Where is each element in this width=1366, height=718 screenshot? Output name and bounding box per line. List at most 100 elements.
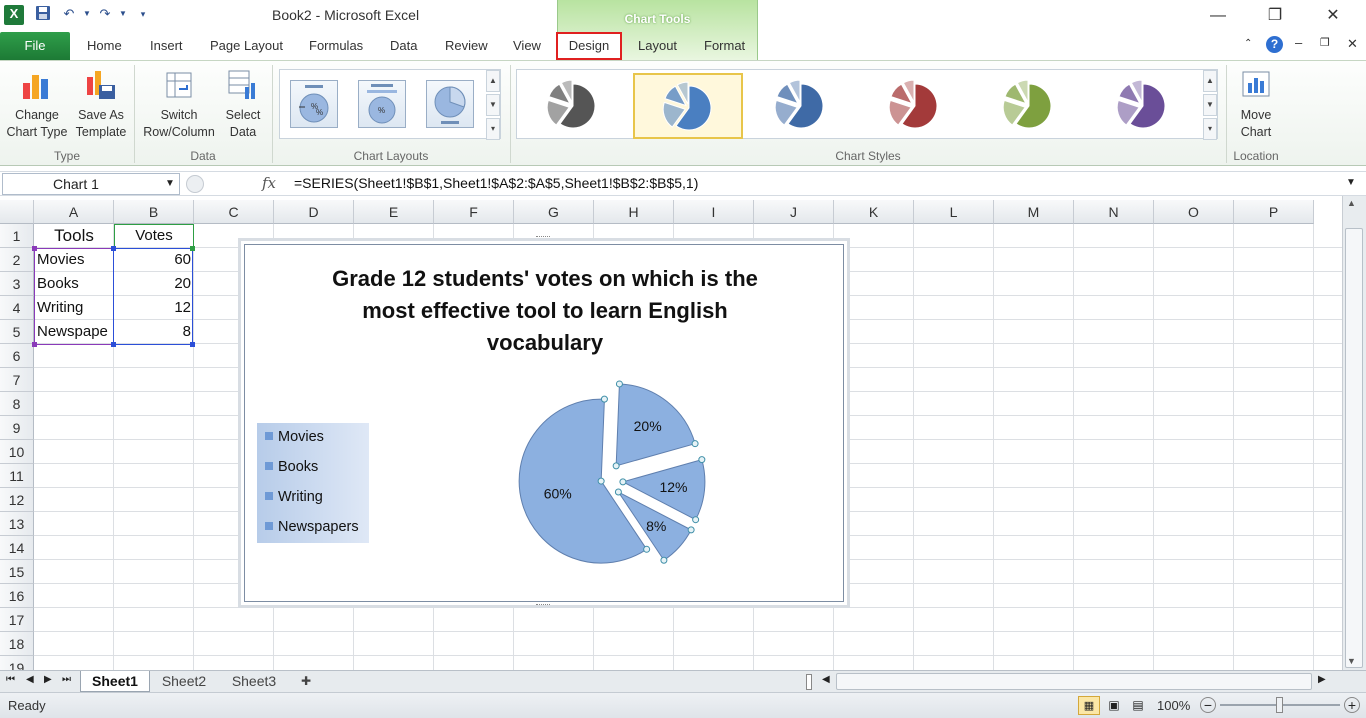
redo-icon[interactable]: ↷ <box>96 5 114 23</box>
data-label-books[interactable]: 20% <box>634 418 662 434</box>
layouts-scroll-up-icon[interactable]: ▲ <box>486 70 500 92</box>
workbook-minimize-icon[interactable]: – <box>1295 35 1302 50</box>
chart-title[interactable]: Grade 12 students' votes on which is the… <box>305 263 785 359</box>
row-header-2[interactable]: 2 <box>0 248 34 272</box>
chart-style-5[interactable] <box>975 73 1085 139</box>
range-handle[interactable] <box>111 246 116 251</box>
pie-plot-area[interactable]: 60% 20% 12% 8% <box>495 380 715 580</box>
column-header-p[interactable]: P <box>1234 200 1314 224</box>
styles-scroll-down-icon[interactable]: ▼ <box>1203 94 1217 116</box>
chart-object[interactable]: Grade 12 students' votes on which is the… <box>238 236 850 608</box>
expand-formula-bar-icon[interactable]: ▼ <box>1346 177 1356 188</box>
scroll-down-icon[interactable]: ▼ <box>1347 656 1356 666</box>
workbook-close-icon[interactable]: ✕ <box>1347 36 1358 52</box>
range-handle[interactable] <box>190 246 195 251</box>
customize-qat-icon[interactable]: ▾ <box>134 5 152 23</box>
column-header-n[interactable]: N <box>1074 200 1154 224</box>
switch-row-column-button[interactable]: Switch Row/Column <box>140 69 218 141</box>
tab-layout[interactable]: Layout <box>638 38 677 53</box>
zoom-slider-thumb[interactable] <box>1276 697 1283 713</box>
selection-handle[interactable] <box>614 488 622 496</box>
zoom-level[interactable]: 100% <box>1157 698 1190 713</box>
data-label-movies[interactable]: 60% <box>544 485 572 501</box>
undo-dropdown-icon[interactable]: ▼ <box>78 5 96 23</box>
row-header-13[interactable]: 13 <box>0 512 34 536</box>
minimize-icon[interactable]: — <box>1203 6 1233 26</box>
column-header-e[interactable]: E <box>354 200 434 224</box>
row-header-10[interactable]: 10 <box>0 440 34 464</box>
close-icon[interactable]: ✕ <box>1318 6 1348 26</box>
selection-handle[interactable] <box>612 462 620 470</box>
row-header-14[interactable]: 14 <box>0 536 34 560</box>
page-layout-view-icon[interactable]: ▣ <box>1104 696 1124 715</box>
column-header-g[interactable]: G <box>514 200 594 224</box>
selection-handle[interactable] <box>660 556 668 564</box>
tab-view[interactable]: View <box>513 38 541 53</box>
vertical-scroll-thumb[interactable] <box>1345 228 1363 668</box>
vertical-scrollbar[interactable]: ▲ ▼ <box>1342 196 1366 670</box>
column-header-o[interactable]: O <box>1154 200 1234 224</box>
row-header-18[interactable]: 18 <box>0 632 34 656</box>
column-header-f[interactable]: F <box>434 200 514 224</box>
chart-resize-handle[interactable] <box>536 604 550 608</box>
row-header-8[interactable]: 8 <box>0 392 34 416</box>
minimize-ribbon-icon[interactable]: ⌃ <box>1244 38 1252 49</box>
row-header-11[interactable]: 11 <box>0 464 34 488</box>
change-chart-type-button[interactable]: Change Chart Type <box>4 69 70 141</box>
tab-insert[interactable]: Insert <box>150 38 183 53</box>
name-box[interactable]: Chart 1 ▼ <box>2 173 180 195</box>
column-header-j[interactable]: J <box>754 200 834 224</box>
tab-design[interactable]: Design <box>556 32 622 60</box>
row-header-4[interactable]: 4 <box>0 296 34 320</box>
column-header-i[interactable]: I <box>674 200 754 224</box>
selection-handle[interactable] <box>597 477 605 485</box>
restore-icon[interactable]: ❐ <box>1260 6 1290 26</box>
row-header-17[interactable]: 17 <box>0 608 34 632</box>
last-sheet-icon[interactable]: ⏭ <box>62 674 71 685</box>
styles-more-icon[interactable]: ▾ <box>1203 118 1217 140</box>
selection-handle[interactable] <box>615 380 623 388</box>
name-box-dropdown-icon[interactable]: ▼ <box>165 174 175 194</box>
column-header-h[interactable]: H <box>594 200 674 224</box>
page-break-view-icon[interactable]: ▤ <box>1128 696 1148 715</box>
selection-handle[interactable] <box>691 440 699 448</box>
data-label-newspapers[interactable]: 8% <box>646 518 666 534</box>
row-header-12[interactable]: 12 <box>0 488 34 512</box>
tab-formulas[interactable]: Formulas <box>309 38 363 53</box>
column-header-c[interactable]: C <box>194 200 274 224</box>
chart-style-1[interactable] <box>519 73 629 139</box>
chart-resize-handle[interactable] <box>536 236 550 240</box>
selection-handle[interactable] <box>600 395 608 403</box>
layouts-more-icon[interactable]: ▾ <box>486 118 500 140</box>
row-header-1[interactable]: 1 <box>0 224 34 248</box>
column-header-d[interactable]: D <box>274 200 354 224</box>
horizontal-scroll-thumb[interactable] <box>836 673 1312 690</box>
layout-1-thumbnail[interactable]: %% <box>290 80 338 128</box>
selection-handle[interactable] <box>687 526 695 534</box>
styles-scroll-up-icon[interactable]: ▲ <box>1203 70 1217 92</box>
save-as-template-button[interactable]: Save As Template <box>70 69 132 141</box>
chart-legend[interactable]: Movies Books Writing Newspapers <box>257 423 369 543</box>
selection-handle[interactable] <box>698 456 706 464</box>
selection-handle[interactable] <box>692 516 700 524</box>
tab-home[interactable]: Home <box>87 38 122 53</box>
insert-function-icon[interactable]: fx <box>262 174 276 192</box>
move-chart-button[interactable]: Move Chart <box>1232 69 1280 141</box>
save-icon[interactable] <box>34 5 52 23</box>
chart-style-6[interactable] <box>1089 73 1199 139</box>
selection-handle[interactable] <box>643 545 651 553</box>
range-handle[interactable] <box>32 342 37 347</box>
scroll-left-icon[interactable]: ◀ <box>822 674 830 685</box>
select-all-corner[interactable] <box>0 200 34 224</box>
column-header-l[interactable]: L <box>914 200 994 224</box>
help-icon[interactable]: ? <box>1266 36 1283 53</box>
sheet-tab-sheet3[interactable]: Sheet3 <box>222 671 286 692</box>
workbook-restore-icon[interactable]: ❐ <box>1320 36 1330 49</box>
selection-handle[interactable] <box>619 478 627 486</box>
layout-3-thumbnail[interactable] <box>426 80 474 128</box>
formula-input[interactable]: =SERIES(Sheet1!$B$1,Sheet1!$A$2:$A$5,She… <box>294 175 698 191</box>
cell-a1[interactable]: Tools <box>34 224 114 248</box>
first-sheet-icon[interactable]: ⏮ <box>6 674 15 685</box>
column-header-b[interactable]: B <box>114 200 194 224</box>
row-header-9[interactable]: 9 <box>0 416 34 440</box>
